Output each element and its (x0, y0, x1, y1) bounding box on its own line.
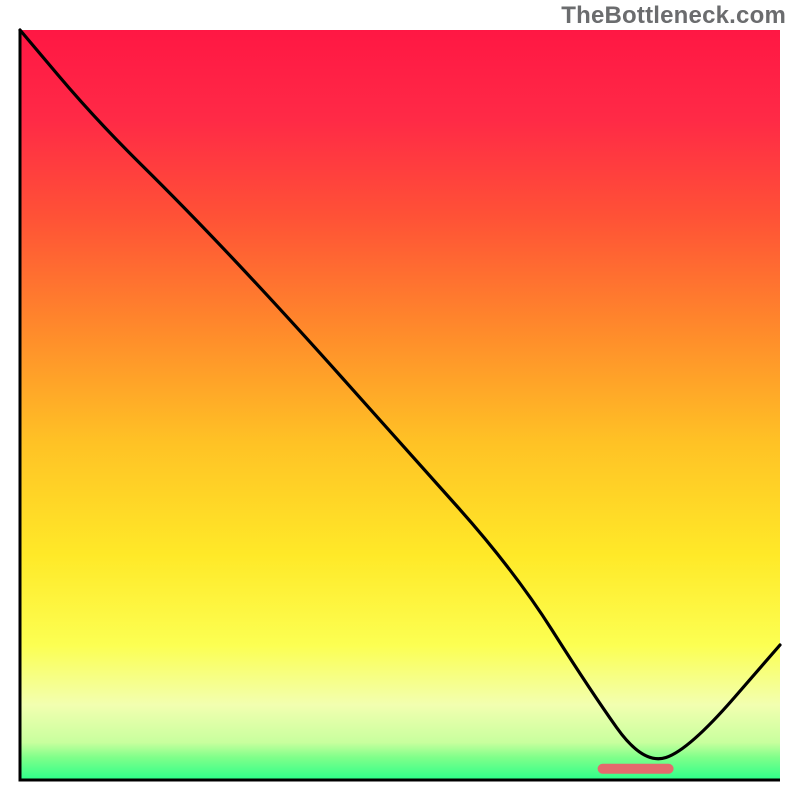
optimal-range-marker (598, 764, 674, 774)
plot-background (20, 30, 780, 780)
bottleneck-chart (0, 0, 800, 800)
chart-stage: TheBottleneck.com (0, 0, 800, 800)
